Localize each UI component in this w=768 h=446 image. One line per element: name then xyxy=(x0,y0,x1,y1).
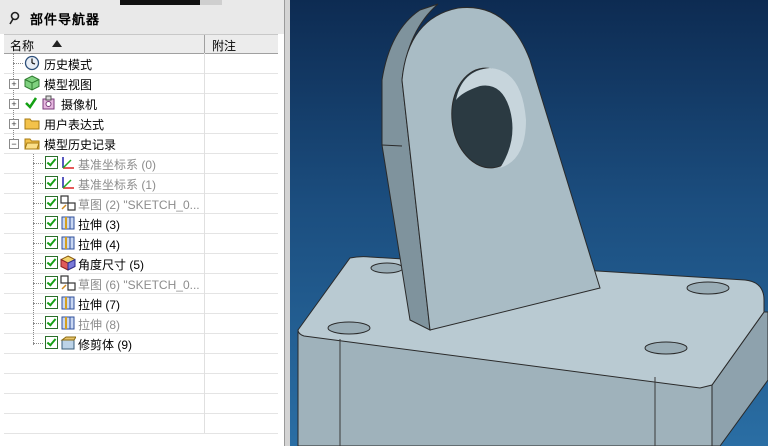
extrude-icon xyxy=(61,296,75,310)
feature-label: 草图 (2) "SKETCH_0... xyxy=(78,198,200,212)
part-model-3d xyxy=(297,3,768,446)
feature-datum-csys-1[interactable]: 基准坐标系 (1) xyxy=(4,173,278,194)
tree-node-label: 模型历史记录 xyxy=(44,138,117,152)
expand-plus-icon[interactable]: + xyxy=(9,99,19,109)
feature-visibility-checkbox[interactable] xyxy=(45,196,58,209)
empty-row xyxy=(4,353,278,374)
expand-plus-icon[interactable]: + xyxy=(9,119,19,129)
feature-sketch-6[interactable]: 草图 (6) "SKETCH_0... xyxy=(4,273,278,294)
extrude-icon xyxy=(61,216,75,230)
feature-extrude-4[interactable]: 拉伸 (4) xyxy=(4,233,278,254)
feature-label: 草图 (6) "SKETCH_0... xyxy=(78,278,200,292)
tree-node-label: 模型视图 xyxy=(44,78,93,92)
name-column-header[interactable]: 名称 xyxy=(4,35,205,53)
feature-visibility-checkbox[interactable] xyxy=(45,236,58,249)
feature-label: 拉伸 (3) xyxy=(78,218,121,232)
feature-visibility-checkbox[interactable] xyxy=(45,156,58,169)
feature-datum-csys-0[interactable]: 基准坐标系 (0) xyxy=(4,153,278,174)
empty-row xyxy=(4,393,278,414)
sketch-icon xyxy=(60,195,76,211)
tree-node-model-history[interactable]: − 模型历史记录 xyxy=(4,133,278,154)
tree-node-history-mode[interactable]: 历史模式 xyxy=(4,53,278,74)
cube-view-icon xyxy=(24,75,40,91)
name-column-label: 名称 xyxy=(10,39,35,53)
feature-visibility-checkbox[interactable] xyxy=(45,176,58,189)
clock-icon xyxy=(24,55,40,71)
camera-icon xyxy=(42,95,55,110)
feature-extrude-8[interactable]: 拉伸 (8) xyxy=(4,313,278,334)
notes-column-header[interactable]: 附注 xyxy=(212,37,236,54)
feature-visibility-checkbox[interactable] xyxy=(45,276,58,289)
feature-visibility-checkbox[interactable] xyxy=(45,296,58,309)
part-navigator: 部件导航器 名称 附注 历史模式 + 模型视图 + 摄像机 + 用户表达式 − … xyxy=(0,0,284,446)
feature-visibility-checkbox[interactable] xyxy=(45,216,58,229)
feature-visibility-checkbox[interactable] xyxy=(45,316,58,329)
tree-node-user-expressions[interactable]: + 用户表达式 xyxy=(4,113,278,134)
tree-node-model-views[interactable]: + 模型视图 xyxy=(4,73,278,94)
feature-angle-dimension-5[interactable]: 角度尺寸 (5) xyxy=(4,253,278,274)
trim-body-icon xyxy=(60,336,76,350)
feature-visibility-checkbox[interactable] xyxy=(45,256,58,269)
extrude-icon xyxy=(61,316,75,330)
title-bar-fragment-light xyxy=(200,0,222,5)
feature-label: 基准坐标系 (1) xyxy=(78,178,157,192)
empty-row xyxy=(4,413,278,434)
feature-label: 修剪体 (9) xyxy=(78,338,133,352)
datum-csys-icon xyxy=(62,157,74,169)
angle-dimension-icon xyxy=(60,255,76,271)
folder-open-icon xyxy=(24,138,40,150)
feature-label: 基准坐标系 (0) xyxy=(78,158,157,172)
feature-extrude-7[interactable]: 拉伸 (7) xyxy=(4,293,278,314)
pin-icon[interactable] xyxy=(8,11,22,25)
tree-node-camera[interactable]: + 摄像机 xyxy=(4,93,278,114)
folder-icon xyxy=(24,118,40,130)
navigator-title: 部件导航器 xyxy=(30,12,101,27)
sketch-icon xyxy=(60,275,76,291)
feature-label: 角度尺寸 (5) xyxy=(78,258,145,272)
checkmark-icon xyxy=(25,97,38,109)
tree-node-label: 用户表达式 xyxy=(44,118,105,132)
datum-csys-icon xyxy=(62,177,74,189)
feature-extrude-3[interactable]: 拉伸 (3) xyxy=(4,213,278,234)
feature-trim-body-9[interactable]: 修剪体 (9) xyxy=(4,333,278,354)
feature-label: 拉伸 (8) xyxy=(78,318,121,332)
extrude-icon xyxy=(61,236,75,250)
navigator-tree: 历史模式 + 模型视图 + 摄像机 + 用户表达式 − 模型历史记录 基准坐标系… xyxy=(4,53,278,446)
collapse-minus-icon[interactable]: − xyxy=(9,139,19,149)
tree-node-label: 摄像机 xyxy=(61,98,98,112)
expand-plus-icon[interactable]: + xyxy=(9,79,19,89)
empty-row xyxy=(4,373,278,394)
tree-node-label: 历史模式 xyxy=(44,58,93,72)
column-header: 名称 附注 xyxy=(4,34,278,54)
feature-label: 拉伸 (4) xyxy=(78,238,121,252)
navigator-header: 部件导航器 xyxy=(0,0,284,34)
sort-ascending-icon xyxy=(52,40,62,47)
feature-sketch-2[interactable]: 草图 (2) "SKETCH_0... xyxy=(4,193,278,214)
feature-label: 拉伸 (7) xyxy=(78,298,121,312)
feature-visibility-checkbox[interactable] xyxy=(45,336,58,349)
graphics-window[interactable] xyxy=(290,0,768,446)
